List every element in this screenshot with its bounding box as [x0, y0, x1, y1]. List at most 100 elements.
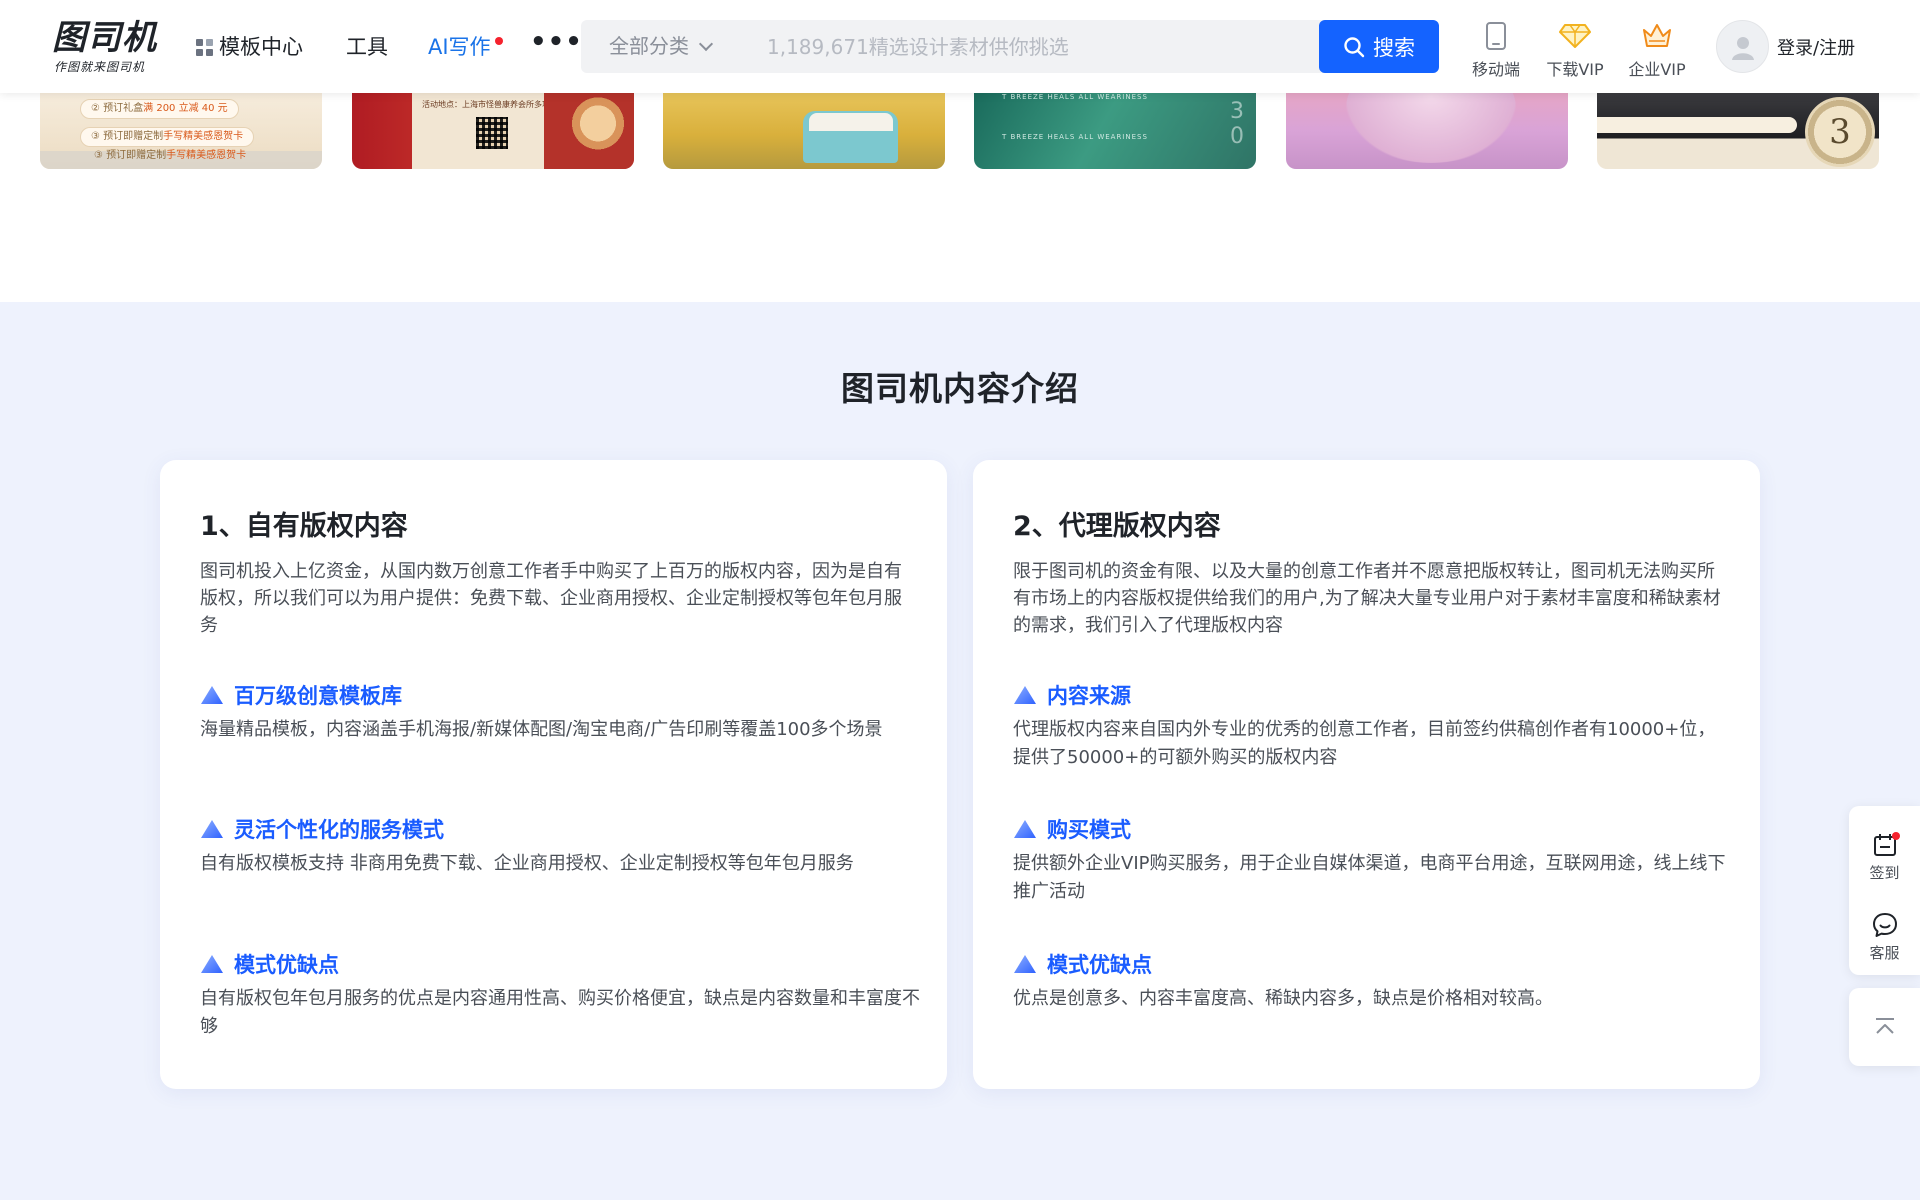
crown-icon	[1643, 24, 1671, 47]
template-thumbnail[interactable]: T BREEZE HEALS ALL WEARINESS T BREEZE HE…	[974, 93, 1256, 169]
panel-description: 图司机投入上亿资金，从国内数万创意工作者手中购买了上百万的版权内容，因为是自有版…	[200, 561, 902, 636]
feature-description: 海量精品模板，内容涵盖手机海报/新媒体配图/淘宝电商/广告印刷等覆盖100多个场…	[200, 719, 883, 740]
feature-heading: 购买模式	[1013, 814, 1733, 844]
feature-heading: 百万级创意模板库	[200, 680, 920, 710]
panel-title: 2、代理版权内容	[1013, 511, 1221, 542]
customer-service-button[interactable]: 客服	[1849, 910, 1920, 963]
customer-service-label: 客服	[1869, 944, 1900, 962]
feature-title: 购买模式	[1047, 818, 1131, 842]
search-category-label: 全部分类	[609, 34, 689, 58]
panel-title: 1、自有版权内容	[200, 511, 408, 542]
thumb-number-art: 30	[1230, 99, 1244, 149]
phone-icon	[1486, 22, 1506, 50]
search-icon	[1344, 36, 1365, 57]
thumb-stripe	[1597, 117, 1797, 133]
logo-name: 图司机	[52, 18, 157, 58]
download-vip-link[interactable]: 下载VIP	[1540, 20, 1610, 80]
own-copyright-panel: 1、自有版权内容 图司机投入上亿资金，从国内数万创意工作者手中购买了上百万的版权…	[160, 460, 947, 1089]
search-button[interactable]: 搜索	[1319, 20, 1439, 73]
grid-icon	[196, 38, 213, 56]
feature-title: 模式优缺点	[234, 953, 339, 977]
feature-title: 灵活个性化的服务模式	[234, 818, 444, 842]
enterprise-vip-label: 企业VIP	[1628, 60, 1686, 79]
back-to-top-icon	[1875, 1018, 1894, 1034]
thumb-text: ② 预订礼盒满 200 立减 40 元	[80, 99, 239, 119]
content-intro-section: 图司机内容介绍 1、自有版权内容 图司机投入上亿资金，从国内数万创意工作者手中购…	[0, 302, 1920, 1200]
download-vip-label: 下载VIP	[1546, 60, 1604, 79]
qr-code-image	[476, 117, 508, 149]
thumb-medal: 3	[1805, 97, 1875, 167]
triangle-icon	[1014, 820, 1036, 838]
logo-slogan: 作图就来图司机	[54, 60, 146, 74]
triangle-icon	[201, 820, 223, 838]
top-header: 图司机 作图就来图司机 模板中心 工具 AI写作 ••• 全部分类 搜索 移动端…	[0, 0, 1920, 93]
feature-description: 提供额外企业VIP购买服务，用于企业自媒体渠道，电商平台用途，互联网用途，线上线…	[1013, 853, 1726, 902]
thumb-caption: T BREEZE HEALS ALL WEARINESS	[1002, 93, 1148, 101]
thumb-text-highlight: 手写精美感恩贺卡	[166, 150, 247, 161]
feature-title: 模式优缺点	[1047, 953, 1152, 977]
feature-block: 购买模式 提供额外企业VIP购买服务，用于企业自媒体渠道，电商平台用途，互联网用…	[1013, 814, 1733, 906]
login-register-label: 登录/注册	[1777, 37, 1856, 59]
template-thumbnail[interactable]: 3	[1597, 93, 1879, 169]
search-category-select[interactable]: 全部分类	[581, 20, 731, 73]
triangle-icon	[1014, 955, 1036, 973]
mobile-app-link[interactable]: 移动端	[1461, 20, 1531, 80]
panel-description: 限于图司机的资金有限、以及大量的创意工作者并不愿意把版权转让，图司机无法购买所有…	[1013, 561, 1721, 636]
back-to-top-button[interactable]	[1849, 988, 1920, 1066]
feature-description: 优点是创意多、内容丰富度高、稀缺内容多，缺点是价格相对较高。	[1013, 988, 1553, 1009]
thumb-text: ③ 预订即赠定制手写精美感恩贺卡	[80, 127, 255, 147]
nav-templates-label: 模板中心	[219, 35, 303, 59]
template-thumbnail[interactable]: 活动地点：上海市怪兽康养会所多功能厅	[352, 93, 634, 169]
enterprise-vip-link[interactable]: 企业VIP	[1622, 20, 1692, 80]
feature-heading: 灵活个性化的服务模式	[200, 814, 920, 844]
nav-tools[interactable]: 工具	[346, 31, 388, 63]
feature-block: 灵活个性化的服务模式 自有版权模板支持 非商用免费下载、企业商用授权、企业定制授…	[200, 814, 920, 878]
new-dot	[494, 37, 503, 45]
template-thumbnail-row: ② 预订礼盒满 200 立减 40 元 ③ 预订即赠定制手写精美感恩贺卡 ③ 预…	[40, 93, 1880, 169]
login-register-button[interactable]: 登录/注册	[1716, 20, 1855, 73]
thumb-caption: T BREEZE HEALS ALL WEARINESS	[1002, 133, 1148, 141]
search-bar: 全部分类 搜索	[581, 20, 1439, 73]
feature-description: 代理版权内容来自国内外专业的优秀的创意工作者，目前签约供稿创作者有10000+位…	[1013, 719, 1716, 768]
floating-sidebar: 签到 客服	[1849, 806, 1920, 975]
thumb-bus-roof	[809, 113, 893, 131]
site-logo[interactable]: 图司机 作图就来图司机	[52, 18, 162, 74]
thumb-text-highlight: 满 200 立减 40 元	[143, 103, 228, 114]
feature-heading: 内容来源	[1013, 680, 1733, 710]
diamond-icon	[1559, 24, 1591, 48]
thumb-text-highlight: 手写精美感恩贺卡	[163, 131, 244, 142]
nav-ai-writing[interactable]: AI写作	[428, 31, 503, 63]
checkin-label: 签到	[1869, 864, 1900, 882]
feature-title: 内容来源	[1047, 684, 1131, 708]
feature-heading: 模式优缺点	[200, 949, 920, 979]
mobile-app-label: 移动端	[1471, 60, 1520, 79]
triangle-icon	[201, 686, 223, 704]
triangle-icon	[1014, 686, 1036, 704]
feature-description: 自有版权模板支持 非商用免费下载、企业商用授权、企业定制授权等包年包月服务	[200, 853, 854, 874]
nav-more-button[interactable]: •••	[530, 26, 583, 58]
feature-description: 自有版权包年包月服务的优点是内容通用性高、购买价格便宜，缺点是内容数量和丰富度不…	[200, 988, 920, 1037]
template-thumbnail[interactable]	[1286, 93, 1568, 169]
feature-title: 百万级创意模板库	[234, 684, 402, 708]
template-thumbnail[interactable]: ② 预订礼盒满 200 立减 40 元 ③ 预订即赠定制手写精美感恩贺卡 ③ 预…	[40, 93, 322, 169]
triangle-icon	[201, 955, 223, 973]
template-thumbnail[interactable]	[663, 93, 945, 169]
nav-ai-writing-label: AI写作	[428, 35, 491, 59]
nav-templates[interactable]: 模板中心	[196, 31, 303, 63]
thumb-text: ③ 预订即赠定制手写精美感恩贺卡	[84, 147, 256, 167]
user-icon	[1716, 20, 1769, 73]
feature-block: 百万级创意模板库 海量精品模板，内容涵盖手机海报/新媒体配图/淘宝电商/广告印刷…	[200, 680, 920, 744]
thumb-text-prefix: ③ 预订即赠定制	[94, 150, 167, 161]
licensed-copyright-panel: 2、代理版权内容 限于图司机的资金有限、以及大量的创意工作者并不愿意把版权转让，…	[973, 460, 1760, 1089]
thumb-medal-number: 3	[1829, 112, 1851, 152]
chat-icon	[1872, 913, 1897, 937]
checkin-button[interactable]: 签到	[1849, 830, 1920, 883]
section-title: 图司机内容介绍	[841, 369, 1079, 408]
thumb-text-prefix: ② 预订礼盒	[91, 103, 144, 114]
feature-block: 内容来源 代理版权内容来自国内外专业的优秀的创意工作者，目前签约供稿创作者有10…	[1013, 680, 1733, 772]
search-input[interactable]	[767, 20, 1237, 73]
feature-block: 模式优缺点 自有版权包年包月服务的优点是内容通用性高、购买价格便宜，缺点是内容数…	[200, 949, 920, 1041]
thumb-flower-art	[544, 93, 634, 169]
feature-block: 模式优缺点 优点是创意多、内容丰富度高、稀缺内容多，缺点是价格相对较高。	[1013, 949, 1733, 1013]
thumb-moon-art	[1346, 93, 1516, 163]
